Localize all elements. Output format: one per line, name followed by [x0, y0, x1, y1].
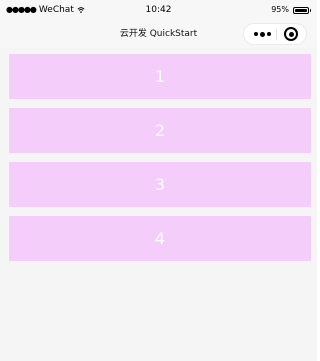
- card-item-4[interactable]: 4: [9, 216, 311, 261]
- status-right: 95%: [271, 0, 311, 20]
- status-time: 10:42: [145, 5, 172, 15]
- content-area: 1 2 3 4: [0, 48, 317, 361]
- card-item-2[interactable]: 2: [9, 108, 311, 153]
- dot: [254, 32, 258, 36]
- battery-percent: 95%: [271, 5, 289, 14]
- dot: [267, 32, 271, 36]
- card-item-1[interactable]: 1: [9, 54, 311, 99]
- more-dots-icon[interactable]: [254, 24, 271, 44]
- card-item-3[interactable]: 3: [9, 162, 311, 207]
- capsule-close-icon[interactable]: [284, 27, 298, 41]
- battery-fill: [295, 8, 307, 12]
- dot: [260, 31, 265, 37]
- battery-icon: [293, 6, 311, 14]
- ring-dot: [288, 31, 294, 37]
- mini-program-capsule: [243, 23, 307, 45]
- status-bar: ●●●●● WeChat 10:42 95%: [0, 0, 317, 20]
- battery-tip: [309, 9, 311, 12]
- nav-bar: 云开发 QuickStart: [0, 20, 317, 48]
- capsule-divider: [276, 29, 277, 40]
